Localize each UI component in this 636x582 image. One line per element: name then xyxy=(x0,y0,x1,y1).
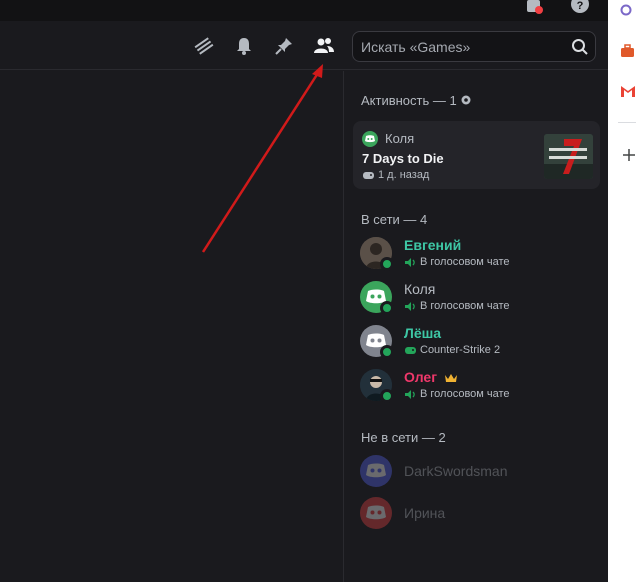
briefcase-icon[interactable] xyxy=(620,44,634,58)
gmail-icon[interactable] xyxy=(620,84,636,98)
offline-section-title: Не в сети — 2 xyxy=(361,430,446,445)
crown-icon xyxy=(444,371,458,383)
channel-header xyxy=(0,21,608,70)
member-name: Ирина xyxy=(404,505,446,521)
member-item[interactable]: Евгений В голосовом чате xyxy=(360,237,600,277)
member-list: Активность — 1 Коля 7 Days to Die 1 д. н… xyxy=(343,71,608,582)
activity-user: Коля xyxy=(385,131,415,146)
online-status-icon xyxy=(380,389,394,403)
member-item[interactable]: DarkSwordsman xyxy=(360,455,600,495)
activity-game-title: 7 Days to Die xyxy=(362,151,444,166)
bell-icon[interactable] xyxy=(233,35,255,57)
inbox-icon[interactable] xyxy=(524,0,544,20)
member-name: Олег xyxy=(404,369,438,385)
member-item[interactable]: Коля В голосовом чате xyxy=(360,281,600,321)
activity-time: 1 д. назад xyxy=(378,169,430,181)
gear-icon[interactable] xyxy=(460,94,472,106)
member-item[interactable]: Лёша Counter-Strike 2 xyxy=(360,325,600,365)
member-name: DarkSwordsman xyxy=(404,463,508,479)
avatar xyxy=(360,497,392,529)
search-box[interactable] xyxy=(352,31,596,62)
members-icon[interactable] xyxy=(313,35,335,57)
chat-area xyxy=(0,71,343,582)
divider xyxy=(618,122,636,123)
online-status-icon xyxy=(380,257,394,271)
svg-text:?: ? xyxy=(577,0,584,12)
activity-title-text: Активность — 1 xyxy=(361,93,457,108)
search-icon[interactable] xyxy=(571,38,589,56)
speaker-icon xyxy=(404,300,417,313)
avatar xyxy=(360,455,392,487)
member-name: Лёша xyxy=(404,325,442,341)
member-item[interactable]: Олег В голосовом чате xyxy=(360,369,600,409)
search-input[interactable] xyxy=(361,32,571,61)
member-item[interactable]: Ирина xyxy=(360,497,600,537)
search-icon[interactable] xyxy=(620,4,634,18)
discord-avatar-small xyxy=(362,131,378,147)
member-status: В голосовом чате xyxy=(420,256,510,268)
speaker-icon xyxy=(404,388,417,401)
help-icon[interactable]: ? xyxy=(570,0,590,20)
title-bar: ? xyxy=(0,0,608,21)
member-name: Коля xyxy=(404,281,436,297)
add-icon[interactable] xyxy=(622,148,636,162)
online-status-icon xyxy=(380,301,394,315)
activity-card[interactable]: Коля 7 Days to Die 1 д. назад xyxy=(353,121,600,189)
online-status-icon xyxy=(380,345,394,359)
gamepad-icon xyxy=(362,169,375,182)
game-thumbnail xyxy=(544,134,593,179)
threads-icon[interactable] xyxy=(193,35,215,57)
member-status: В голосовом чате xyxy=(420,300,510,312)
member-name: Евгений xyxy=(404,237,462,253)
activity-section-title: Активность — 1 xyxy=(361,93,472,108)
pin-icon[interactable] xyxy=(273,35,295,57)
member-status: Counter-Strike 2 xyxy=(420,344,501,356)
gamepad-icon xyxy=(404,344,417,357)
side-panel xyxy=(608,0,636,582)
online-section-title: В сети — 4 xyxy=(361,212,428,227)
speaker-icon xyxy=(404,256,417,269)
member-status: В голосовом чате xyxy=(420,388,510,400)
